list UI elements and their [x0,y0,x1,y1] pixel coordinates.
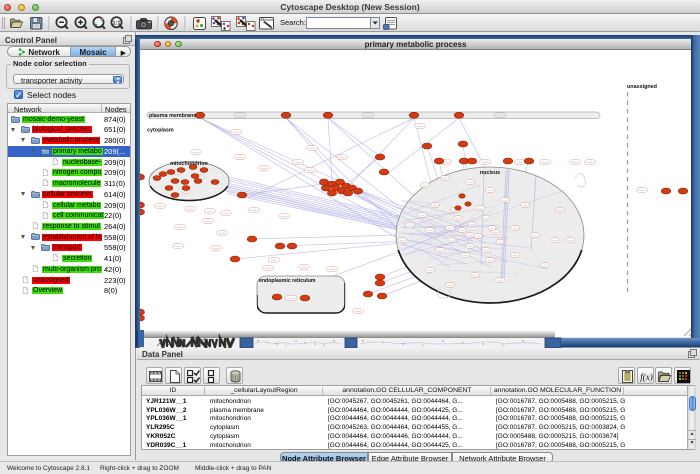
svg-text:Search:: Search: [280,18,306,27]
svg-text:1:1: 1:1 [113,20,121,26]
svg-text:cytoplasm: cytoplasm [147,128,174,134]
svg-text:nucleus: nucleus [480,170,500,176]
svg-text:f(x): f(x) [640,372,653,382]
svg-text:plasma membrane: plasma membrane [149,113,196,119]
svg-text:unassigned: unassigned [627,84,657,90]
svg-text:mitochondrion: mitochondrion [170,161,208,167]
svg-text:endoplasmic reticulum: endoplasmic reticulum [259,278,316,284]
